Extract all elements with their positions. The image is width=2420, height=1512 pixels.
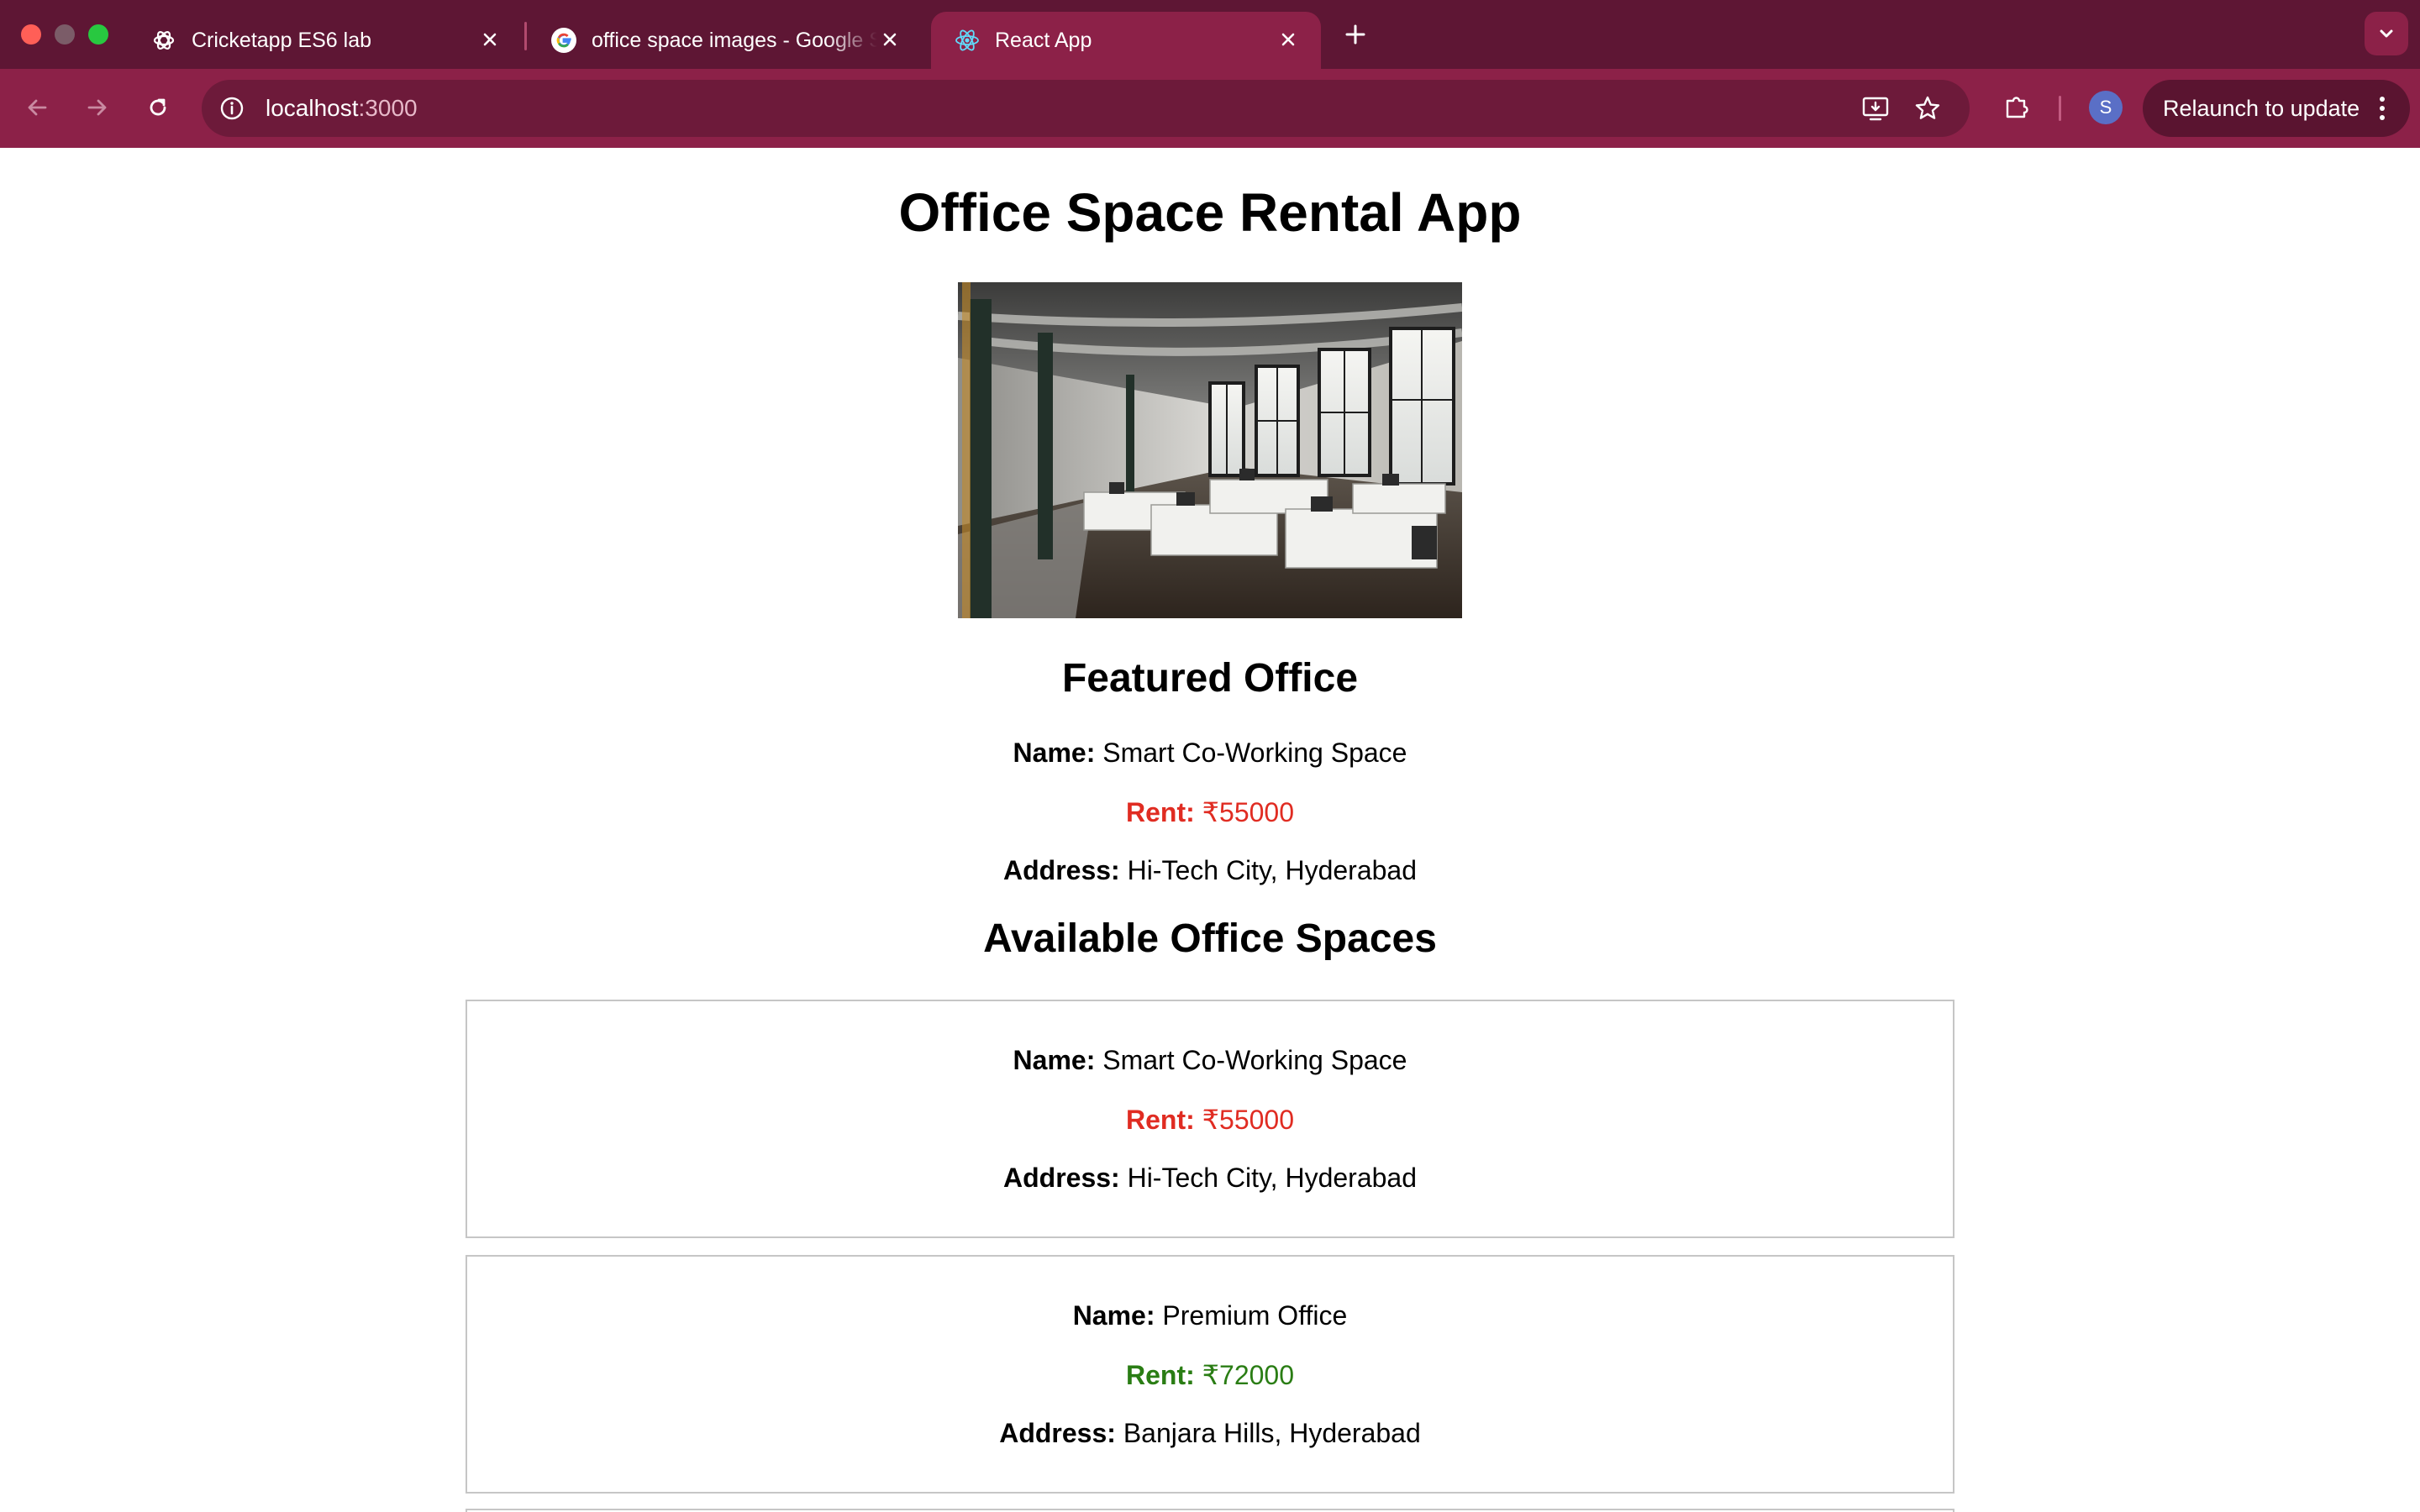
- close-icon[interactable]: [1276, 27, 1301, 52]
- reload-button[interactable]: [138, 87, 178, 128]
- tab-react-app[interactable]: React App: [931, 12, 1321, 69]
- arrow-right-icon: [87, 99, 107, 116]
- tab-google-search[interactable]: office space images - Google Search: [528, 12, 923, 69]
- tab-cricketapp[interactable]: Cricketapp ES6 lab: [128, 12, 523, 69]
- address-label: Address:: [999, 1418, 1116, 1448]
- tab-title: office space images - Google Search: [592, 28, 877, 52]
- site-info-icon[interactable]: [217, 93, 247, 123]
- office-card-partial: [466, 1509, 1954, 1512]
- relaunch-label: Relaunch to update: [2163, 95, 2360, 121]
- office-photo: [958, 282, 1462, 618]
- tab-search-button[interactable]: [2365, 12, 2408, 55]
- address-value: Hi-Tech City, Hyderabad: [1127, 1163, 1417, 1193]
- url-host: localhost: [266, 95, 359, 121]
- featured-name: Name: Smart Co-Working Space: [0, 738, 2420, 769]
- address-label: Address:: [1002, 855, 1120, 885]
- bookmark-star-icon[interactable]: [1912, 93, 1943, 123]
- url-text[interactable]: localhost:3000: [266, 95, 418, 122]
- close-window-button[interactable]: [21, 24, 41, 45]
- new-tab-button[interactable]: [1341, 20, 1370, 49]
- browser-toolbar: localhost:3000 S Relaunch to update: [0, 69, 2420, 217]
- office-rent: Rent: ₹55000: [467, 1104, 1953, 1136]
- plus-icon: [1345, 24, 1365, 45]
- reload-icon: [150, 98, 166, 116]
- rent-label: Rent:: [1126, 1360, 1195, 1390]
- rent-label: Rent:: [1126, 1105, 1195, 1135]
- office-address: Address: Hi-Tech City, Hyderabad: [467, 1163, 1953, 1194]
- relaunch-to-update-button[interactable]: Relaunch to update: [2143, 80, 2410, 137]
- name-value: Smart Co-Working Space: [1102, 738, 1407, 768]
- name-value: Premium Office: [1162, 1300, 1348, 1331]
- name-label: Name:: [1072, 1300, 1155, 1331]
- office-name: Name: Smart Co-Working Space: [467, 1045, 1953, 1076]
- featured-address: Address: Hi-Tech City, Hyderabad: [0, 855, 2420, 886]
- maximize-window-button[interactable]: [88, 24, 108, 45]
- toolbar-divider: [2059, 96, 2061, 121]
- url-port: :3000: [358, 95, 418, 121]
- page-content: Office Space Rental App Featured Office …: [0, 148, 2420, 1512]
- featured-rent: Rent: ₹55000: [0, 796, 2420, 828]
- close-icon[interactable]: [477, 27, 502, 52]
- google-icon: [551, 28, 576, 53]
- available-heading: Available Office Spaces: [983, 916, 1437, 961]
- forward-button[interactable]: [77, 87, 118, 128]
- rent-value: ₹55000: [1202, 1105, 1294, 1135]
- office-card: Name: Premium Office Rent: ₹72000 Addres…: [466, 1255, 1954, 1494]
- tab-title: Cricketapp ES6 lab: [192, 28, 372, 52]
- close-icon[interactable]: [877, 27, 902, 52]
- address-value: Hi-Tech City, Hyderabad: [1127, 855, 1417, 885]
- office-card: Name: Smart Co-Working Space Rent: ₹5500…: [466, 1000, 1954, 1238]
- page-title: Office Space Rental App: [898, 182, 1522, 243]
- name-value: Smart Co-Working Space: [1102, 1045, 1407, 1075]
- back-button[interactable]: [17, 87, 57, 128]
- name-label: Name:: [1013, 1045, 1096, 1075]
- minimize-window-button[interactable]: [55, 24, 75, 45]
- react-icon: [955, 28, 980, 53]
- tab-title: React App: [995, 28, 1092, 52]
- address-value: Banjara Hills, Hyderabad: [1123, 1418, 1421, 1448]
- name-label: Name:: [1013, 738, 1096, 768]
- address-bar[interactable]: localhost:3000: [202, 80, 1970, 137]
- office-rent: Rent: ₹72000: [467, 1359, 1953, 1391]
- chevron-down-icon: [2380, 29, 2393, 38]
- puzzle-icon: [2006, 97, 2028, 118]
- arrow-left-icon: [28, 99, 47, 116]
- profile-avatar[interactable]: S: [2089, 91, 2123, 124]
- rent-label: Rent:: [1126, 797, 1195, 827]
- tab-divider: [524, 22, 527, 50]
- extensions-button[interactable]: [1998, 88, 2035, 125]
- openai-icon: [151, 28, 176, 53]
- address-label: Address:: [1002, 1163, 1120, 1193]
- more-menu-icon[interactable]: [2370, 95, 2395, 122]
- install-app-icon[interactable]: [1860, 93, 1891, 123]
- rent-value: ₹55000: [1202, 797, 1294, 827]
- rent-value: ₹72000: [1202, 1360, 1294, 1390]
- featured-heading: Featured Office: [1061, 656, 1359, 701]
- office-address: Address: Banjara Hills, Hyderabad: [467, 1418, 1953, 1449]
- office-name: Name: Premium Office: [467, 1300, 1953, 1331]
- tab-strip: Cricketapp ES6 lab office space images -…: [0, 0, 2420, 69]
